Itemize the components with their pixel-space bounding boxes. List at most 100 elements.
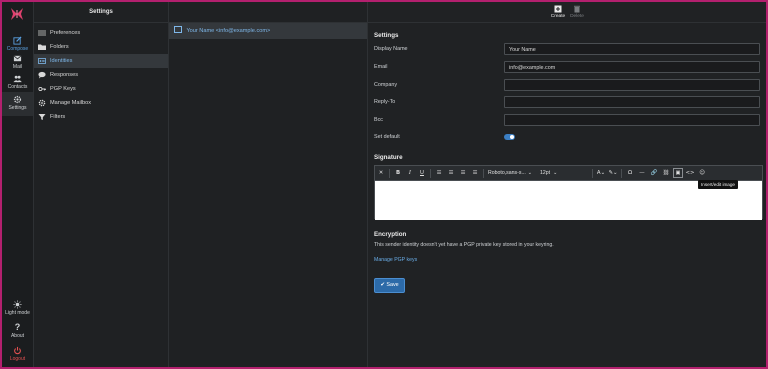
rail-light-mode[interactable]: Light mode	[2, 300, 33, 316]
manage-pgp-keys-link[interactable]: Manage PGP keys	[374, 257, 417, 263]
gear-icon	[38, 99, 46, 107]
font-size-select[interactable]: 12pt ⌄	[538, 168, 590, 178]
rail-contacts-label: Contacts	[7, 84, 28, 90]
rail-settings[interactable]: Settings	[2, 92, 33, 116]
save-button-label: Save	[386, 282, 399, 288]
id-card-icon	[174, 26, 182, 33]
align-right-icon[interactable]: ☰	[458, 168, 468, 178]
chevron-down-icon: ⌄	[553, 170, 558, 176]
rail-logout[interactable]: Logout	[2, 346, 33, 362]
nav-item-responses[interactable]: Responses	[34, 68, 168, 82]
filter-icon	[38, 114, 46, 120]
toolbar-divider	[389, 168, 390, 178]
rail-light-mode-label: Light mode	[5, 310, 30, 316]
question-mark-icon: ?	[14, 322, 21, 332]
company-input[interactable]	[504, 79, 760, 91]
font-size-value: 12pt	[540, 170, 551, 176]
set-default-toggle[interactable]	[504, 134, 515, 140]
nav-item-pgp-keys[interactable]: PGP Keys	[34, 82, 168, 96]
nav-item-identities[interactable]: Identities	[34, 54, 168, 68]
rail-compose-label: Compose	[6, 46, 29, 52]
signature-section-title: Signature	[374, 154, 403, 161]
nav-item-preferences[interactable]: Preferences	[34, 26, 168, 40]
folder-icon	[38, 44, 46, 50]
create-button[interactable]: Create	[548, 5, 568, 19]
bcc-label: Bcc	[374, 117, 383, 123]
emoji-icon[interactable]: ☺	[697, 168, 707, 178]
plus-square-icon	[554, 5, 562, 13]
settings-nav-title: Settings	[34, 2, 168, 23]
nav-item-label: Filters	[50, 114, 66, 120]
butterfly-logo-icon	[11, 8, 23, 20]
font-family-value: Roboto,sans-s...	[488, 170, 526, 176]
identity-list: Your Name <info@example.com>	[169, 2, 368, 367]
company-label: Company	[374, 82, 398, 88]
gear-icon	[13, 95, 22, 104]
encryption-info-text: This sender identity doesn't yet have a …	[374, 242, 554, 248]
chat-bubble-icon	[38, 71, 46, 79]
link-icon[interactable]: 🔗	[649, 168, 659, 178]
display-name-label: Display Name	[374, 46, 408, 52]
align-center-icon[interactable]: ☰	[446, 168, 456, 178]
power-icon	[14, 346, 21, 355]
email-label: Email	[374, 64, 388, 70]
identity-list-item-label: Your Name <info@example.com>	[186, 28, 271, 34]
highlight-icon[interactable]: ✎⌄	[608, 168, 618, 178]
rail-mail[interactable]: Mail	[2, 54, 33, 70]
bold-icon[interactable]: B	[393, 168, 403, 178]
trash-icon	[574, 5, 580, 13]
code-icon[interactable]: <>	[685, 168, 695, 178]
align-justify-icon[interactable]: ☰	[470, 168, 480, 178]
id-card-icon	[38, 58, 46, 64]
encryption-section-title: Encryption	[374, 231, 407, 238]
envelope-icon	[13, 55, 22, 62]
text-color-icon[interactable]: A⌄	[596, 168, 606, 178]
special-char-icon[interactable]: Ω	[625, 168, 635, 178]
main-toolbar: Create Delete	[368, 2, 766, 23]
rail-logout-label: Logout	[9, 356, 26, 362]
pencil-square-icon	[13, 36, 22, 45]
horizontal-rule-icon[interactable]: —	[637, 168, 647, 178]
create-button-label: Create	[550, 14, 566, 19]
identity-list-header	[169, 2, 367, 23]
check-icon: ✔	[380, 282, 385, 288]
nav-item-label: Preferences	[50, 30, 81, 36]
clear-format-icon[interactable]: ✕	[376, 168, 386, 178]
users-icon	[13, 75, 22, 83]
nav-item-folders[interactable]: Folders	[34, 40, 168, 54]
italic-icon[interactable]: I	[405, 168, 415, 178]
display-name-input[interactable]: Your Name	[504, 43, 760, 55]
settings-section-title: Settings	[374, 32, 399, 39]
signature-editor: ✕ B I U ☰ ☰ ☰ ☰ Roboto,sans-s... ⌄ 12pt …	[374, 165, 763, 220]
identity-settings-panel: Create Delete Settings Display Name Your…	[368, 2, 766, 367]
sliders-icon	[38, 30, 46, 36]
rail-compose[interactable]: Compose	[2, 36, 33, 52]
nav-item-label: Responses	[50, 72, 78, 78]
align-left-icon[interactable]: ☰	[434, 168, 444, 178]
rail-contacts[interactable]: Contacts	[2, 74, 33, 90]
nav-item-filters[interactable]: Filters	[34, 110, 168, 124]
image-icon[interactable]: ▣	[673, 168, 683, 178]
rail-about[interactable]: ? About	[2, 322, 33, 340]
nav-item-manage-mailbox[interactable]: Manage Mailbox	[34, 96, 168, 110]
nav-item-label: Identities	[50, 58, 73, 64]
font-family-select[interactable]: Roboto,sans-s... ⌄	[486, 168, 538, 178]
chevron-down-icon: ⌄	[527, 170, 533, 176]
key-icon	[38, 86, 46, 92]
nav-item-label: Manage Mailbox	[50, 100, 92, 106]
toolbar-divider	[483, 168, 484, 178]
email-input[interactable]: info@example.com	[504, 61, 760, 73]
identity-list-item[interactable]: Your Name <info@example.com>	[169, 23, 367, 39]
save-button[interactable]: ✔ Save	[374, 278, 405, 293]
delete-button[interactable]: Delete	[567, 5, 587, 19]
nav-item-label: Folders	[50, 44, 69, 50]
app-rail: Compose Mail Contacts Settings Light mod…	[2, 2, 34, 367]
app-window: Compose Mail Contacts Settings Light mod…	[2, 2, 766, 367]
rail-mail-label: Mail	[12, 64, 23, 70]
nav-item-label: PGP Keys	[50, 86, 76, 92]
unlink-icon[interactable]: ⛓	[661, 168, 671, 178]
set-default-label: Set default	[374, 134, 400, 140]
bcc-input[interactable]	[504, 114, 760, 126]
underline-icon[interactable]: U	[417, 168, 427, 178]
reply-to-input[interactable]	[504, 96, 760, 108]
